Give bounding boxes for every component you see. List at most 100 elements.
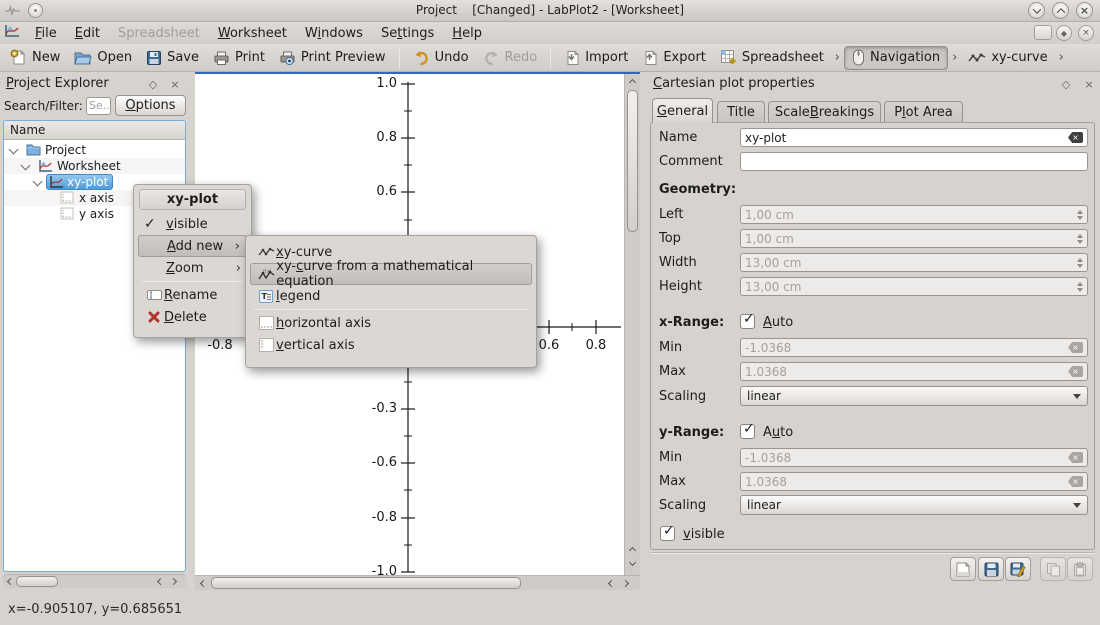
menu-item-rename[interactable]: Rename bbox=[138, 284, 247, 306]
menu-edit[interactable]: Edit bbox=[66, 24, 109, 43]
scrollbar-thumb[interactable] bbox=[16, 576, 58, 587]
submenu-item-legend[interactable]: T legend bbox=[250, 285, 532, 307]
titlebar-menu-button[interactable] bbox=[28, 3, 43, 18]
save-template-button[interactable] bbox=[978, 557, 1004, 581]
y-tick-label: -1.0 bbox=[363, 564, 397, 575]
y-tick-label: -0.3 bbox=[363, 401, 397, 416]
toolbar-extender-chevron[interactable]: › bbox=[831, 50, 844, 65]
print-preview-button[interactable]: Print Preview bbox=[272, 46, 393, 70]
dock-float-button[interactable]: ◇ bbox=[145, 76, 161, 92]
scrollbar-thumb[interactable] bbox=[627, 90, 638, 232]
svg-text:T: T bbox=[262, 292, 268, 301]
menubar: File Edit Spreadsheet Worksheet Windows … bbox=[0, 22, 1100, 44]
toolbar-separator bbox=[550, 48, 551, 68]
tree-row-project[interactable]: Project bbox=[4, 142, 185, 158]
tab-title[interactable]: Title bbox=[717, 101, 765, 123]
menu-file[interactable]: File bbox=[26, 24, 66, 43]
dock-close-button[interactable]: × bbox=[1081, 76, 1097, 92]
toolbar-extender-chevron[interactable]: › bbox=[1055, 50, 1068, 65]
general-tab-pane bbox=[650, 122, 1095, 550]
project-explorer-title: Project Explorer bbox=[6, 76, 109, 91]
scrollbar-thumb[interactable] bbox=[211, 577, 521, 589]
worksheet-vscrollbar[interactable] bbox=[624, 74, 640, 575]
explorer-hscrollbar[interactable] bbox=[3, 574, 186, 588]
print-preview-icon bbox=[279, 50, 296, 66]
rename-icon bbox=[144, 290, 164, 300]
spreadsheet-button[interactable]: Spreadsheet bbox=[713, 46, 831, 70]
open-folder-icon bbox=[74, 50, 92, 66]
vertical-axis-icon bbox=[256, 338, 276, 352]
separator bbox=[650, 552, 1095, 554]
save-button[interactable]: Save bbox=[139, 46, 206, 70]
menu-separator bbox=[254, 309, 528, 310]
minimize-button[interactable] bbox=[1028, 2, 1045, 19]
import-button[interactable]: Import bbox=[557, 46, 635, 70]
expander-icon[interactable] bbox=[21, 161, 31, 171]
tree-row-worksheet[interactable]: Worksheet bbox=[4, 158, 185, 174]
main-toolbar: New Open Save Print Print Preview Undo R… bbox=[0, 44, 1100, 72]
menu-worksheet[interactable]: Worksheet bbox=[209, 24, 296, 43]
redo-icon bbox=[483, 50, 500, 66]
navigation-button[interactable]: Navigation bbox=[844, 46, 948, 70]
expander-icon[interactable] bbox=[9, 145, 19, 155]
x-tick-label: 0.8 bbox=[576, 338, 616, 353]
save-template-as-button[interactable] bbox=[1005, 557, 1031, 581]
copy-button bbox=[1040, 557, 1066, 581]
dock-float-button[interactable]: ◇ bbox=[1058, 76, 1074, 92]
app-pulse-icon bbox=[5, 4, 20, 21]
undo-button[interactable]: Undo bbox=[406, 46, 476, 70]
submenu-item-vertical-axis[interactable]: vertical axis bbox=[250, 334, 532, 356]
labplot-window: Project [Changed] - LabPlot2 - [Workshee… bbox=[0, 0, 1100, 625]
child-restore-button[interactable] bbox=[1034, 25, 1052, 40]
child-close-button[interactable]: × bbox=[1078, 25, 1094, 41]
search-filter-input[interactable]: Se.. bbox=[86, 97, 111, 115]
toolbar-extender-chevron[interactable]: › bbox=[948, 50, 961, 65]
child-float-button[interactable]: ◆ bbox=[1056, 25, 1072, 41]
new-button[interactable]: New bbox=[3, 46, 67, 70]
worksheet-hscrollbar[interactable] bbox=[195, 575, 640, 590]
dock-close-button[interactable]: × bbox=[167, 76, 183, 92]
export-icon bbox=[642, 50, 658, 66]
load-template-button[interactable] bbox=[950, 557, 976, 581]
floppy-edit-icon bbox=[1010, 562, 1026, 577]
maximize-button[interactable] bbox=[1052, 2, 1069, 19]
print-button[interactable]: Print bbox=[206, 46, 272, 70]
selected-item[interactable]: xy-plot bbox=[46, 174, 113, 190]
y-tick-label: -0.6 bbox=[363, 455, 397, 470]
options-button[interactable]: Options bbox=[115, 95, 186, 116]
save-floppy-icon bbox=[146, 50, 162, 66]
menu-item-add-new[interactable]: Add new › bbox=[138, 235, 247, 257]
menu-settings[interactable]: Settings bbox=[372, 24, 443, 43]
export-button[interactable]: Export bbox=[635, 46, 713, 70]
worksheet-icon bbox=[38, 159, 53, 173]
undo-icon bbox=[413, 50, 430, 66]
worksheet-window-icon bbox=[4, 24, 20, 42]
check-icon: ✓ bbox=[144, 216, 166, 232]
y-tick-label: 0.6 bbox=[363, 184, 397, 199]
properties-title: Cartesian plot properties bbox=[653, 76, 815, 91]
expander-icon[interactable] bbox=[33, 177, 43, 187]
mouse-icon bbox=[852, 49, 865, 66]
titlebar: Project [Changed] - LabPlot2 - [Workshee… bbox=[0, 0, 1100, 22]
maximize-icon bbox=[1056, 8, 1064, 16]
close-icon: × bbox=[1082, 28, 1090, 38]
menu-item-visible[interactable]: ✓ visible bbox=[138, 213, 247, 235]
xy-curve-button[interactable]: xy-curve bbox=[961, 46, 1054, 70]
tab-plot-area[interactable]: Plot Area bbox=[884, 101, 963, 123]
axis-icon bbox=[60, 207, 75, 221]
close-button[interactable]: × bbox=[1076, 2, 1093, 19]
tab-general[interactable]: General bbox=[652, 98, 713, 123]
floppy-icon bbox=[984, 562, 999, 577]
tree-header-name[interactable]: Name bbox=[4, 121, 185, 140]
menu-help[interactable]: Help bbox=[443, 24, 491, 43]
submenu-item-horizontal-axis[interactable]: horizontal axis bbox=[250, 312, 532, 334]
submenu-item-xy-curve-equation[interactable]: f(x) xy-curve from a mathematical equati… bbox=[250, 263, 532, 285]
import-icon bbox=[564, 50, 580, 66]
axis-icon bbox=[60, 191, 75, 205]
menu-windows[interactable]: Windows bbox=[296, 24, 372, 43]
menu-item-zoom[interactable]: Zoom › bbox=[138, 257, 247, 279]
printer-icon bbox=[213, 50, 230, 66]
menu-item-delete[interactable]: Delete bbox=[138, 306, 247, 328]
open-button[interactable]: Open bbox=[67, 46, 139, 70]
tab-scale-breakings[interactable]: Scale Breakings bbox=[768, 101, 881, 123]
